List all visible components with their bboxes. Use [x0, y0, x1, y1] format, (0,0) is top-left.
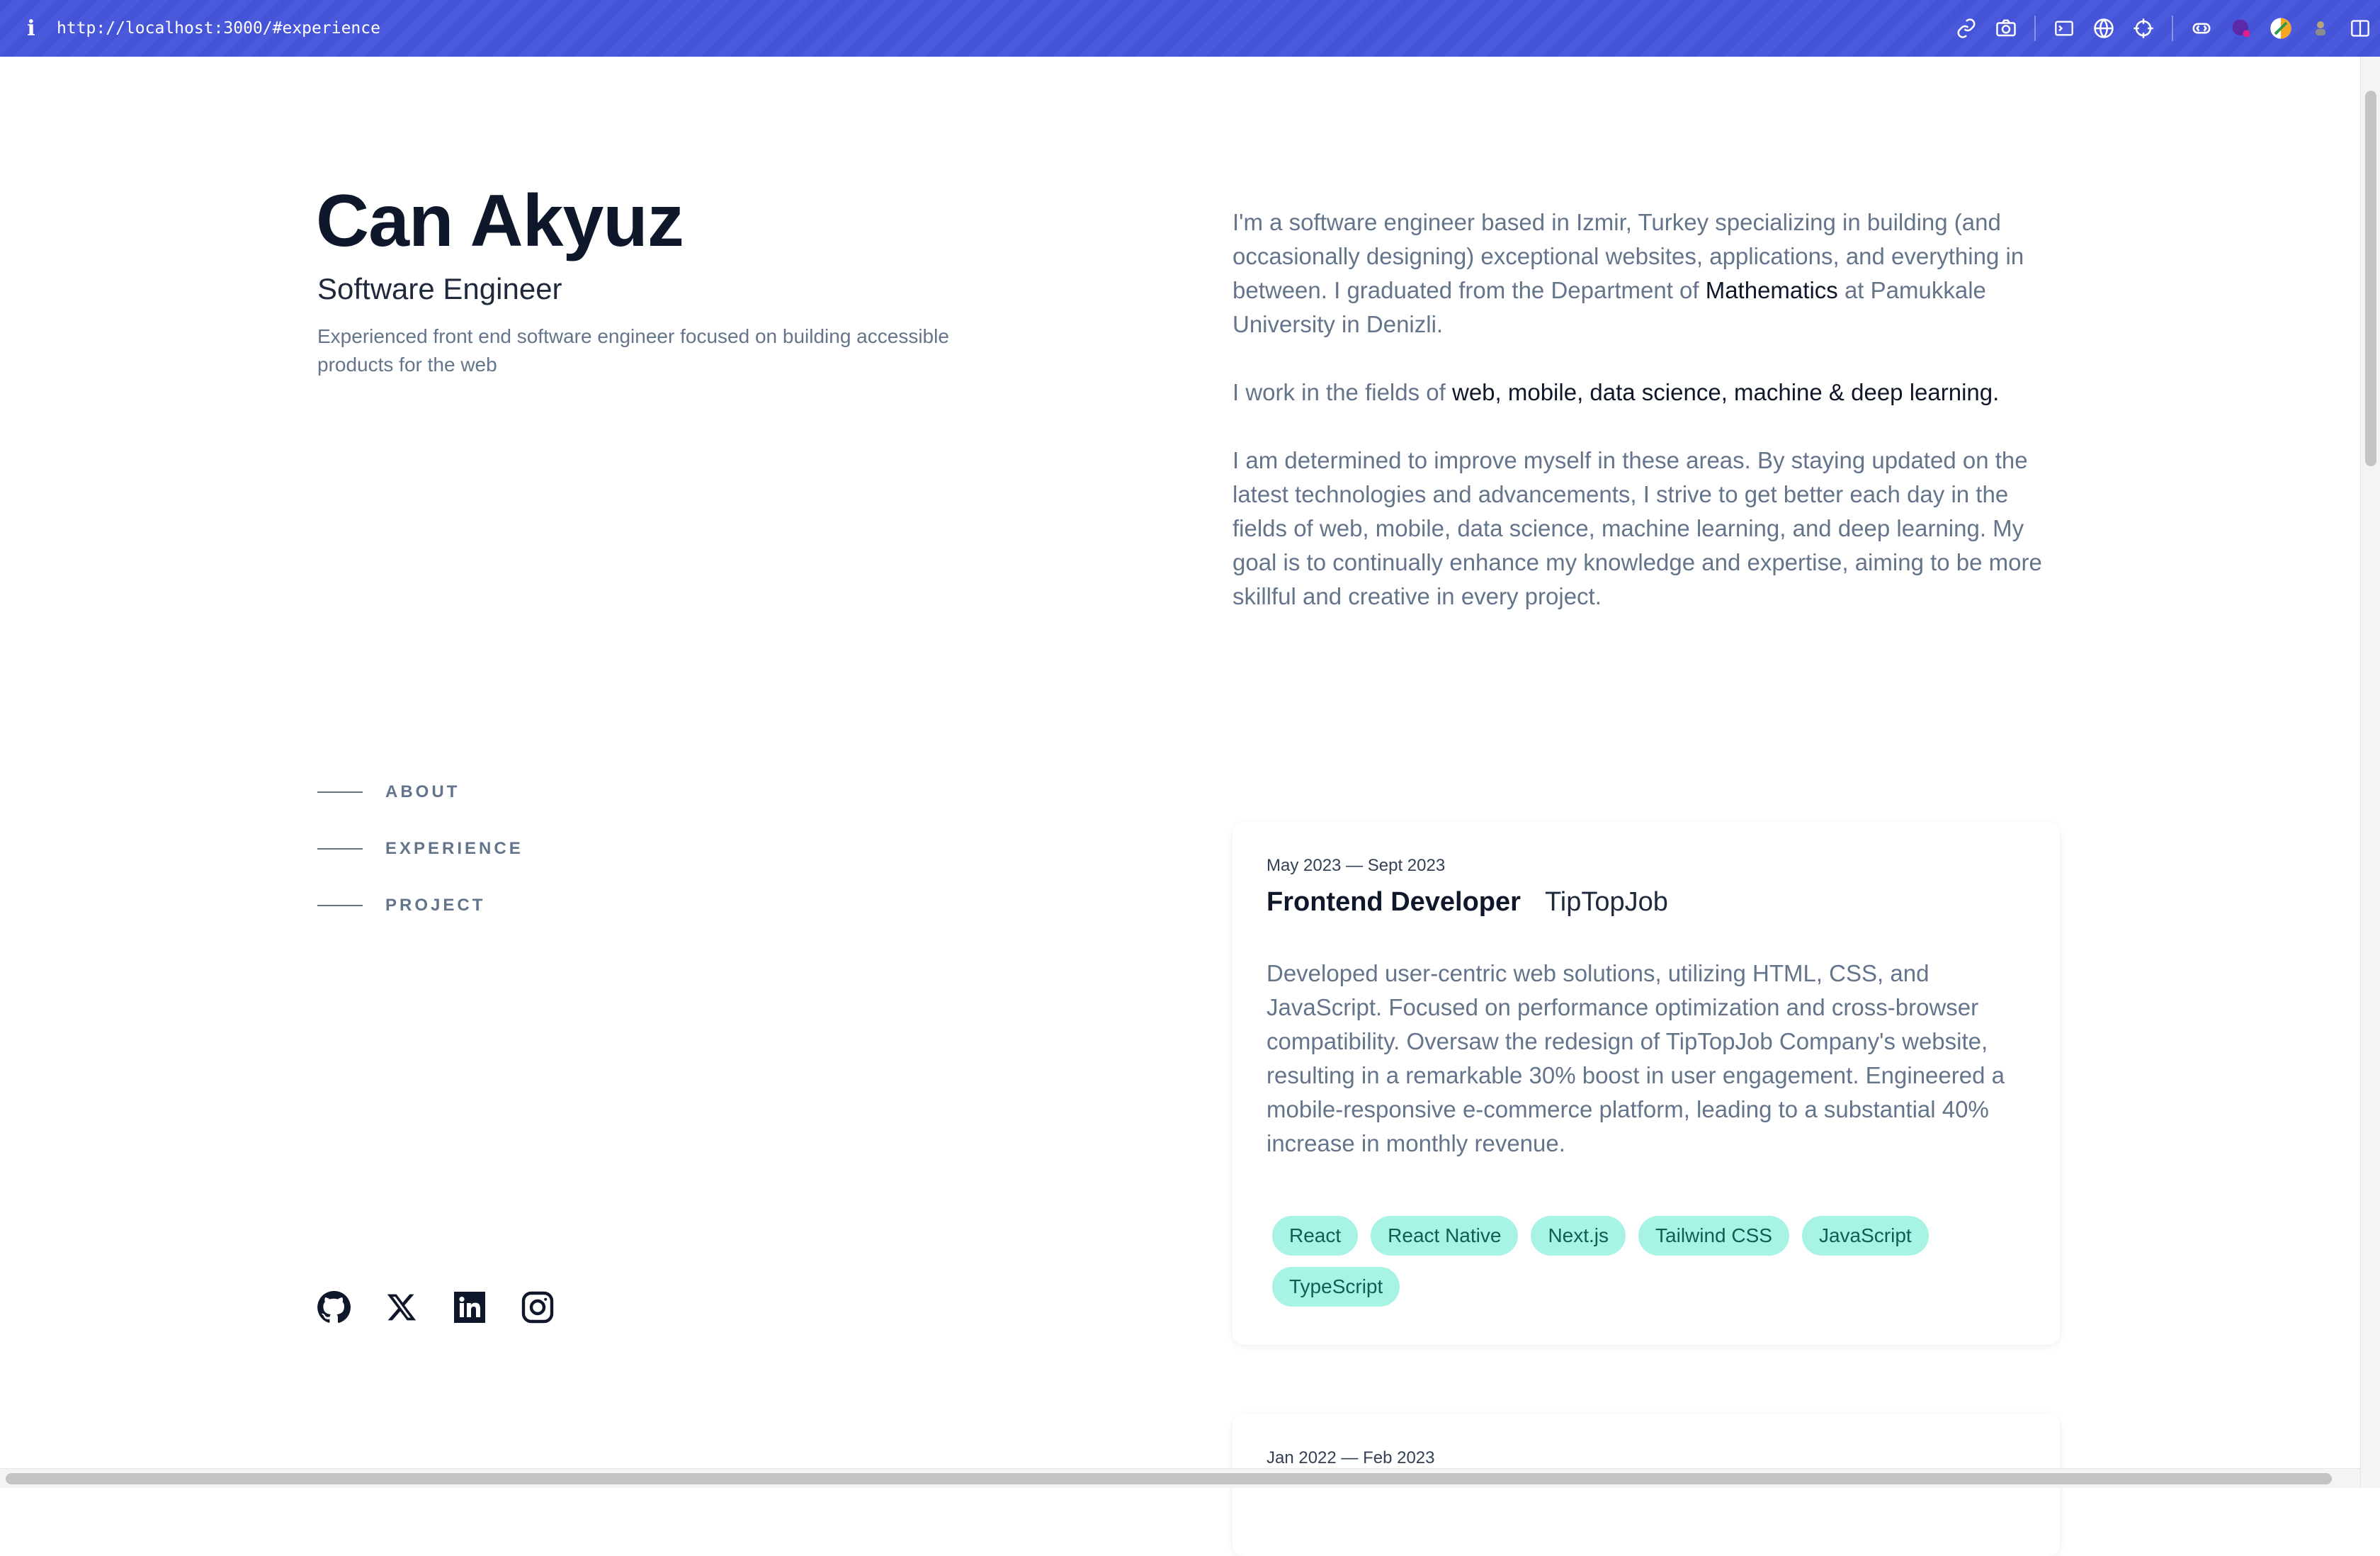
- experience-role: Frontend Developer: [1266, 887, 1521, 918]
- github-icon[interactable]: [316, 1290, 351, 1325]
- terminal-icon[interactable]: [2044, 9, 2084, 48]
- vertical-scroll-thumb[interactable]: [2365, 91, 2376, 466]
- link-icon[interactable]: [1946, 9, 1986, 48]
- about-paragraph: I'm a software engineer based in Izmir, …: [1232, 205, 2063, 342]
- globe-icon[interactable]: [2084, 9, 2124, 48]
- x-icon[interactable]: [384, 1290, 419, 1325]
- tech-tag: Tailwind CSS: [1638, 1216, 1789, 1256]
- experience-card[interactable]: May 2023 — Sept 2023 Frontend Developer …: [1232, 822, 2060, 1345]
- about-paragraph: I am determined to improve myself in the…: [1232, 444, 2063, 614]
- camera-icon[interactable]: [1986, 9, 2026, 48]
- color-icon[interactable]: [2261, 9, 2301, 48]
- about-section: I'm a software engineer based in Izmir, …: [1232, 205, 2063, 648]
- nav-label: PROJECT: [385, 896, 485, 915]
- experience-description: Developed user-centric web solutions, ut…: [1266, 957, 2024, 1161]
- browser-toolbar: i http://localhost:3000/#experience: [0, 0, 2380, 57]
- nav-indicator-line: [317, 848, 363, 850]
- tech-tag: Next.js: [1531, 1216, 1626, 1256]
- about-paragraph: I work in the fields of web, mobile, dat…: [1232, 376, 2063, 410]
- nav-label: EXPERIENCE: [385, 839, 523, 859]
- extension-icon[interactable]: [2182, 9, 2221, 48]
- vertical-scrollbar[interactable]: [2360, 57, 2380, 1488]
- profile-icon[interactable]: [2221, 9, 2261, 48]
- tech-tag: TypeScript: [1272, 1267, 1400, 1307]
- toolbar-actions: [1946, 0, 2380, 57]
- tech-tag: React: [1272, 1216, 1358, 1256]
- toolbar-separator: [2172, 16, 2173, 41]
- nav-item-about[interactable]: ABOUT: [317, 764, 523, 821]
- toolbar-separator: [2034, 16, 2036, 41]
- sidebar-icon[interactable]: [2340, 9, 2380, 48]
- profile-role: Software Engineer: [317, 272, 562, 306]
- address-bar-url[interactable]: http://localhost:3000/#experience: [57, 19, 380, 38]
- horizontal-scrollbar[interactable]: [0, 1468, 2360, 1488]
- nav-item-experience[interactable]: EXPERIENCE: [317, 821, 523, 877]
- social-links: [316, 1290, 555, 1325]
- nav-indicator-line: [317, 791, 363, 793]
- user-icon[interactable]: [2301, 9, 2340, 48]
- profile-tagline: Experienced front end software engineer …: [317, 322, 955, 379]
- highlight-mathematics: Mathematics: [1706, 277, 1838, 303]
- section-nav: ABOUT EXPERIENCE PROJECT: [317, 764, 523, 934]
- nav-label: ABOUT: [385, 782, 460, 802]
- experience-company: TipTopJob: [1545, 887, 1668, 918]
- nav-item-project[interactable]: PROJECT: [317, 877, 523, 934]
- instagram-icon[interactable]: [520, 1290, 555, 1325]
- linkedin-icon[interactable]: [452, 1290, 487, 1325]
- horizontal-scroll-thumb[interactable]: [6, 1473, 2332, 1484]
- tech-tag: JavaScript: [1802, 1216, 1929, 1256]
- crosshair-icon[interactable]: [2124, 9, 2163, 48]
- experience-date: Jan 2022 — Feb 2023: [1266, 1448, 1435, 1468]
- tech-tags: React React Native Next.js Tailwind CSS …: [1272, 1216, 2023, 1307]
- nav-indicator-line: [317, 905, 363, 906]
- info-icon[interactable]: i: [16, 13, 47, 44]
- about-text: I work in the fields of: [1232, 379, 1452, 405]
- highlight-fields: web, mobile, data science, machine & dee…: [1452, 379, 1999, 405]
- tech-tag: React Native: [1371, 1216, 1518, 1256]
- profile-name: Can Akyuz: [316, 177, 684, 266]
- experience-date: May 2023 — Sept 2023: [1266, 856, 1445, 876]
- experience-heading: Frontend Developer TipTopJob: [1266, 887, 1668, 918]
